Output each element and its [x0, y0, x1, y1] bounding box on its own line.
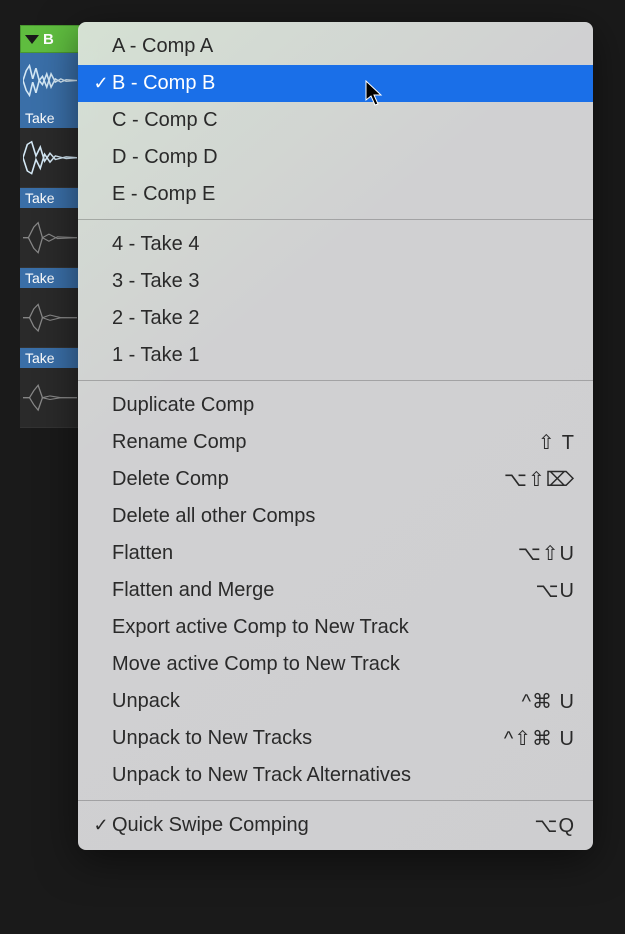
menu-item-label: Unpack to New Track Alternatives — [112, 764, 575, 787]
menu-item-action[interactable]: Unpack to New Tracks^⇧⌘ U — [78, 720, 593, 757]
menu-item-comp[interactable]: D - Comp D — [78, 139, 593, 176]
menu-item-comp[interactable]: E - Comp E — [78, 176, 593, 213]
menu-item-label: Quick Swipe Comping — [112, 814, 534, 837]
menu-item-label: Delete all other Comps — [112, 505, 575, 528]
menu-item-action[interactable]: Flatten⌥⇧U — [78, 535, 593, 572]
take-label: Take — [20, 108, 80, 128]
menu-item-comp[interactable]: A - Comp A — [78, 28, 593, 65]
menu-item-label: D - Comp D — [112, 146, 575, 169]
menu-item-shortcut: ^⇧⌘ U — [504, 726, 575, 751]
take-label: Take — [20, 188, 80, 208]
take-waveform[interactable] — [20, 208, 80, 267]
take-folder-context-menu: A - Comp A✓B - Comp BC - Comp CD - Comp … — [78, 22, 593, 850]
menu-item-shortcut: ⇧ T — [538, 430, 575, 455]
menu-item-action[interactable]: Rename Comp⇧ T — [78, 424, 593, 461]
menu-item-label: Flatten — [112, 542, 518, 565]
menu-item-label: Rename Comp — [112, 431, 538, 454]
menu-item-shortcut: ⌥⇧U — [518, 541, 575, 566]
menu-item-action[interactable]: Export active Comp to New Track — [78, 609, 593, 646]
menu-item-label: Unpack to New Tracks — [112, 727, 504, 750]
menu-item-shortcut: ⌥⇧⌦ — [504, 467, 575, 492]
take-label: Take — [20, 268, 80, 288]
menu-item-take[interactable]: 3 - Take 3 — [78, 263, 593, 300]
take-folder-track: B Take Take Take — [20, 25, 80, 428]
take-waveform[interactable] — [20, 368, 80, 427]
waveform-icon — [23, 300, 77, 335]
menu-item-label: C - Comp C — [112, 109, 575, 132]
comp-waveform[interactable] — [20, 53, 80, 108]
menu-item-action[interactable]: Move active Comp to New Track — [78, 646, 593, 683]
menu-item-take[interactable]: 4 - Take 4 — [78, 226, 593, 263]
menu-item-label: 4 - Take 4 — [112, 233, 575, 256]
waveform-icon — [23, 380, 77, 415]
menu-item-label: 3 - Take 3 — [112, 270, 575, 293]
take-lane[interactable]: Take — [20, 268, 80, 348]
take-label: Take — [20, 348, 80, 368]
menu-item-take[interactable]: 1 - Take 1 — [78, 337, 593, 374]
take-lane[interactable]: Take — [20, 108, 80, 188]
waveform-icon — [23, 64, 77, 97]
menu-item-label: Move active Comp to New Track — [112, 653, 575, 676]
menu-item-action[interactable]: Unpack to New Track Alternatives — [78, 757, 593, 794]
menu-item-quick-swipe-comping[interactable]: ✓ Quick Swipe Comping ⌥Q — [78, 807, 593, 844]
menu-item-label: B - Comp B — [112, 72, 575, 95]
menu-item-action[interactable]: Unpack^⌘ U — [78, 683, 593, 720]
menu-item-label: 1 - Take 1 — [112, 344, 575, 367]
menu-item-label: Duplicate Comp — [112, 394, 575, 417]
track-header-label: B — [43, 31, 54, 48]
take-lane[interactable]: Take — [20, 348, 80, 428]
checkmark-icon: ✓ — [90, 815, 112, 836]
menu-item-action[interactable]: Duplicate Comp — [78, 387, 593, 424]
menu-item-action[interactable]: Flatten and Merge⌥U — [78, 572, 593, 609]
menu-item-label: Delete Comp — [112, 468, 504, 491]
checkmark-icon: ✓ — [90, 73, 112, 94]
menu-item-label: E - Comp E — [112, 183, 575, 206]
take-lane[interactable]: Take — [20, 188, 80, 268]
waveform-icon — [23, 140, 77, 175]
disclosure-triangle-icon[interactable] — [25, 35, 39, 44]
menu-item-label: Unpack — [112, 690, 522, 713]
menu-item-shortcut: ⌥U — [536, 578, 576, 603]
menu-item-comp[interactable]: C - Comp C — [78, 102, 593, 139]
menu-item-action[interactable]: Delete Comp⌥⇧⌦ — [78, 461, 593, 498]
menu-item-action[interactable]: Delete all other Comps — [78, 498, 593, 535]
menu-item-label: Export active Comp to New Track — [112, 616, 575, 639]
menu-item-shortcut: ⌥Q — [534, 813, 575, 838]
menu-item-comp[interactable]: ✓B - Comp B — [78, 65, 593, 102]
menu-separator — [78, 219, 593, 220]
menu-item-shortcut: ^⌘ U — [522, 689, 575, 714]
menu-item-label: Flatten and Merge — [112, 579, 536, 602]
waveform-icon — [23, 220, 77, 255]
menu-separator — [78, 800, 593, 801]
take-waveform[interactable] — [20, 128, 80, 187]
menu-item-take[interactable]: 2 - Take 2 — [78, 300, 593, 337]
menu-separator — [78, 380, 593, 381]
take-folder-header[interactable]: B — [20, 25, 80, 53]
menu-item-label: A - Comp A — [112, 35, 575, 58]
menu-item-label: 2 - Take 2 — [112, 307, 575, 330]
take-waveform[interactable] — [20, 288, 80, 347]
